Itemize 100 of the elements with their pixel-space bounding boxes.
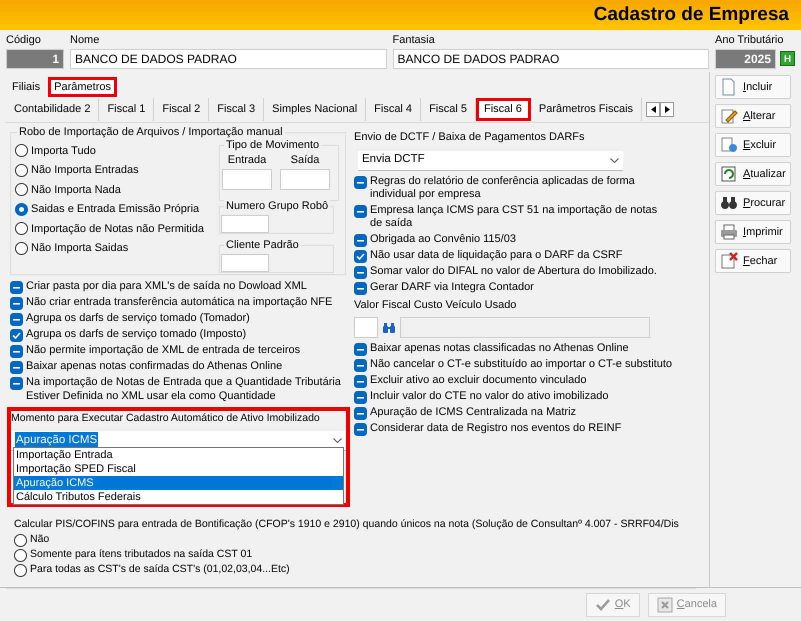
scroll-right-button[interactable] xyxy=(660,102,674,117)
dropdown-option[interactable]: Importação SPED Fiscal xyxy=(14,462,343,476)
checkbox-label: Baixar apenas notas confirmadas do Athenas Online xyxy=(26,360,282,374)
checkbox[interactable] xyxy=(354,359,367,372)
tab[interactable]: Fiscal 1 xyxy=(99,98,154,121)
checkbox-label: Excluir ativo ao excluir documento vinculado xyxy=(370,374,586,388)
checkbox[interactable] xyxy=(354,250,367,262)
group-title: Calcular PIS/COFINS para entrada de Bontificação (CFOP's 1910 e 2910) quando únicos na nota (Solução de Consultanº 4.007 - SRRF04/Dis xyxy=(14,517,680,532)
radio-label: Saidas e Entrada Emissão Própria xyxy=(31,202,200,217)
radio-button[interactable] xyxy=(15,144,28,158)
checkbox[interactable] xyxy=(354,234,367,246)
checkbox[interactable] xyxy=(10,313,23,326)
input-field[interactable] xyxy=(400,317,650,338)
window-title: Cadastro de Empresa xyxy=(594,2,789,27)
checkbox[interactable] xyxy=(354,343,367,356)
checkbox[interactable] xyxy=(354,375,367,388)
column-label: Saída xyxy=(290,153,320,168)
field-label: Ano Tributário xyxy=(715,33,784,47)
checkbox[interactable] xyxy=(354,204,367,218)
radio-button[interactable] xyxy=(14,548,27,562)
checkbox-label: Não cancelar o CT-e substituído ao importar o CT-e substituto xyxy=(370,358,672,372)
radio-button[interactable] xyxy=(15,222,28,236)
checkbox-label: Incluir valor do CTE no valor do ativo imobilizado xyxy=(370,390,608,404)
input-field[interactable] xyxy=(221,215,269,233)
checkbox[interactable] xyxy=(10,361,23,374)
toolbar-button[interactable]: Incluir xyxy=(715,75,791,99)
code-field[interactable]: 1 xyxy=(6,48,64,68)
pencil-page-icon xyxy=(720,107,738,125)
checkbox-label: Baixar apenas notas classificadas no Athenas Online xyxy=(370,342,629,356)
checkbox[interactable] xyxy=(354,176,367,188)
radio-button[interactable] xyxy=(15,242,28,255)
checkbox-label: Agrupa os darfs de serviço tomado (Tomador) xyxy=(26,312,250,326)
toolbar-button[interactable]: Excluir xyxy=(715,133,791,157)
radio-button[interactable] xyxy=(15,164,28,177)
tab[interactable]: Fiscal 3 xyxy=(209,98,264,121)
checkbox-label: Na importação de Notas de Entrada que a Quantidade Tributária Estiver Definida no XML usar ela como Quantidade xyxy=(26,376,342,403)
checkbox[interactable] xyxy=(354,423,367,436)
printer-icon xyxy=(720,223,738,241)
checkbox-label: Considerar data de Registro nos eventos do REINF xyxy=(370,422,622,436)
radio-label: Não xyxy=(30,532,50,548)
field-label: Envio de DCTF / Baixa de Pagamentos DARFs xyxy=(354,130,586,145)
dropdown-option[interactable]: Cálculo Tributos Federais xyxy=(14,490,343,504)
dropdown-option[interactable]: Importação Entrada xyxy=(14,448,343,462)
select-field[interactable]: Envia DCTF xyxy=(358,150,623,170)
tab[interactable]: Fiscal 4 xyxy=(366,98,422,121)
input-field[interactable] xyxy=(280,168,330,190)
input-field[interactable] xyxy=(354,317,378,338)
radio-button[interactable] xyxy=(15,183,28,196)
radio-label: Não Importa Nada xyxy=(31,182,121,198)
radio-label: Somente para ítens tributados na saída CST 01 xyxy=(30,547,252,562)
checkbox-label: Regras do relatório de conferência aplicadas de forma individual por empresa xyxy=(370,174,636,202)
input-field[interactable] xyxy=(221,254,269,272)
tab[interactable]: Filiais xyxy=(6,76,46,97)
radio-label: Não Importa Saidas xyxy=(31,241,128,256)
field-label: Fantasia xyxy=(392,33,435,47)
checkbox-label: Não permite importação de XML de entrada de terceiros xyxy=(26,344,300,358)
tab[interactable]: Fiscal 6 xyxy=(476,98,531,121)
text-field[interactable]: BANCO DE DADOS PADRAO xyxy=(392,48,709,68)
radio-label: Importa Tudo xyxy=(31,144,96,158)
checkbox[interactable] xyxy=(10,297,23,310)
checkbox-label: Obrigada ao Convênio 115/03 xyxy=(370,232,516,246)
cancel-icon xyxy=(656,596,673,612)
radio-button[interactable] xyxy=(14,564,27,577)
scroll-left-button[interactable] xyxy=(646,102,660,117)
input-field[interactable] xyxy=(222,168,272,190)
checkbox[interactable] xyxy=(354,282,367,294)
group-title: Robo de Importação de Arquivos / Importação manual xyxy=(17,125,285,139)
group-title: Tipo de Movimento xyxy=(224,139,322,152)
group-title: Numero Grupo Robô xyxy=(224,200,330,213)
field-label: Valor Fiscal Custo Veículo Usado xyxy=(354,298,518,312)
tab[interactable]: Simples Nacional xyxy=(264,98,366,121)
tab[interactable]: Fiscal 2 xyxy=(154,98,210,121)
checkbox-label: Criar pasta por dia para XML's de saída no Dowload XML xyxy=(26,280,307,294)
checkbox[interactable] xyxy=(354,391,367,404)
checkbox[interactable] xyxy=(354,266,367,278)
toolbar-button[interactable]: Imprimir xyxy=(715,220,791,244)
checkbox[interactable] xyxy=(10,281,23,294)
toolbar-button[interactable]: Atualizar xyxy=(715,162,791,186)
radio-label: Para todas as CST's de saída CST's (01,02,03,04...Etc) xyxy=(30,562,290,578)
toolbar-button[interactable]: Fechar xyxy=(715,249,791,273)
field-label: Momento para Executar Cadastro Automático de Ativo Imobilizado xyxy=(11,411,321,426)
dropdown-option[interactable]: Apuração ICMS xyxy=(14,476,343,490)
year-field[interactable]: 2025 xyxy=(715,48,776,68)
left-arrow-icon xyxy=(650,106,656,114)
chevron-down-icon xyxy=(333,438,342,443)
tab[interactable]: Parâmetros Fiscais xyxy=(530,98,642,121)
checkbox-label: Não usar data de liquidação para o DARF da CSRF xyxy=(370,248,623,262)
checkbox-label: Apuração de ICMS Centralizada na Matriz xyxy=(370,406,576,420)
checkbox[interactable] xyxy=(354,407,367,420)
tab[interactable]: Contabilidade 2 xyxy=(6,98,100,121)
field-label: Código xyxy=(6,33,41,47)
radio-button[interactable] xyxy=(15,202,28,216)
text-field[interactable]: BANCO DE DADOS PADRAO xyxy=(70,48,386,68)
checkbox[interactable] xyxy=(10,377,23,390)
toolbar-button[interactable]: Procurar xyxy=(715,191,791,215)
tab[interactable]: Parâmetros xyxy=(48,76,117,97)
checkbox[interactable] xyxy=(10,345,23,358)
radio-button[interactable] xyxy=(14,534,27,547)
checkbox[interactable] xyxy=(10,329,23,342)
toolbar-button[interactable]: Alterar xyxy=(715,104,791,128)
